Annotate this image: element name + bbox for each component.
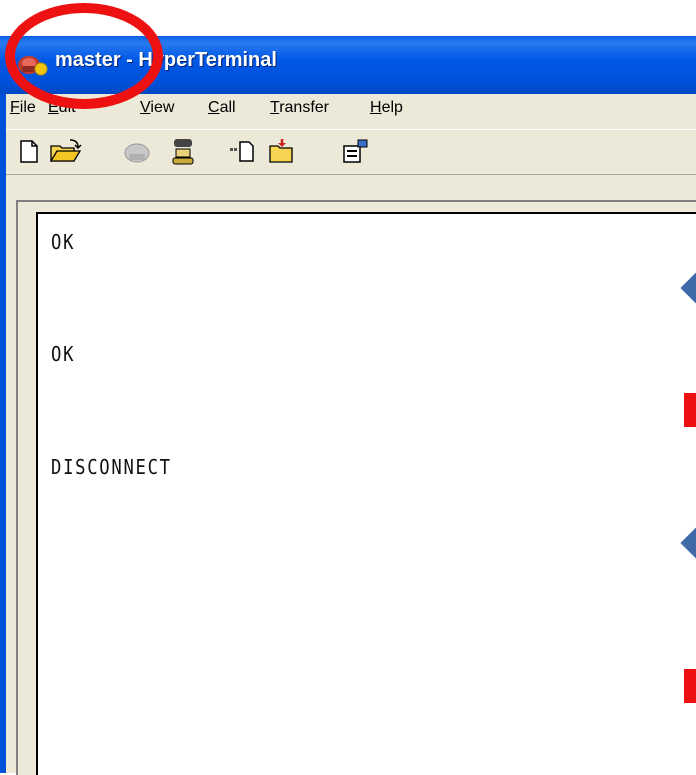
menu-help-accel: H	[370, 99, 382, 116]
send-icon[interactable]	[228, 136, 258, 166]
red-circle-annotation	[5, 3, 163, 109]
menu-transfer-label: ransfer	[279, 99, 329, 116]
annotation-red-bar	[684, 393, 696, 427]
receive-icon[interactable]	[266, 136, 298, 166]
menu-call-accel: C	[208, 99, 220, 116]
terminal-screen[interactable]	[36, 212, 696, 775]
disconnect-icon[interactable]	[122, 136, 152, 166]
menu-transfer[interactable]: Transfer	[270, 99, 329, 117]
terminal-line: DISCONNECT	[51, 455, 172, 479]
menu-call-label: all	[219, 99, 236, 116]
properties-icon[interactable]	[340, 136, 372, 166]
terminal-line: OK	[51, 342, 76, 366]
new-connection-icon[interactable]	[16, 136, 42, 166]
annotation-red-bar	[684, 669, 696, 703]
menu-transfer-accel: T	[270, 99, 280, 116]
menu-help[interactable]: Help	[370, 99, 403, 117]
window-border	[0, 94, 6, 773]
terminal-line: OK	[51, 230, 76, 254]
toolbar	[6, 129, 696, 175]
menu-help-label: elp	[381, 99, 403, 116]
open-icon[interactable]	[48, 136, 82, 166]
dial-icon[interactable]	[168, 136, 198, 166]
menu-call[interactable]: Call	[208, 99, 236, 117]
